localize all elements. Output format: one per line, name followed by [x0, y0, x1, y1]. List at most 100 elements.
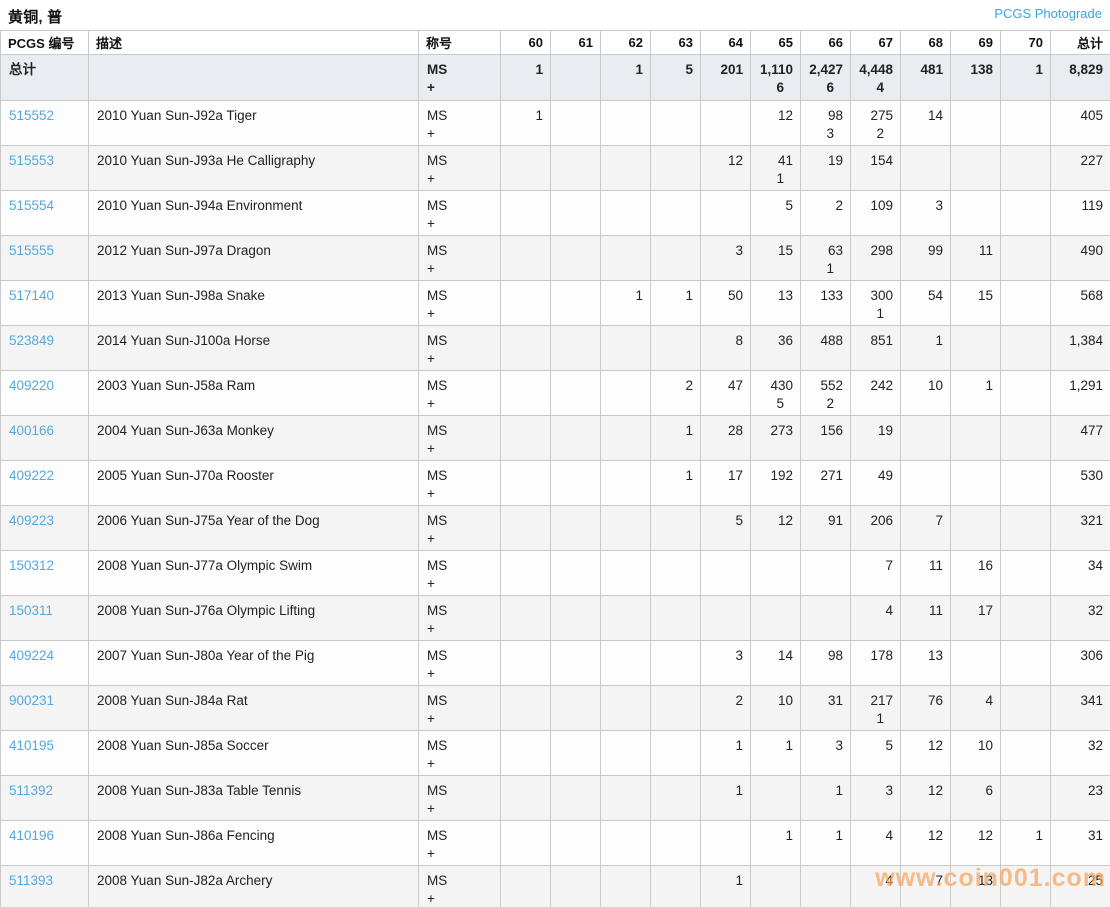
grade-69-cell-count: 12 — [953, 827, 993, 845]
pcgs-number-link[interactable]: 150312 — [9, 558, 54, 573]
row-total-cell: 23 — [1051, 776, 1110, 821]
grade-65-cell: 15 — [751, 236, 801, 281]
designation-line: + — [427, 890, 496, 907]
pcgs-number-link[interactable]: 515553 — [9, 153, 54, 168]
pcgs-number-link[interactable]: 517140 — [9, 288, 54, 303]
pcgs-number-link[interactable]: 511393 — [9, 873, 53, 888]
grade-64-cell: 12 — [701, 146, 751, 191]
grade-69-cell — [951, 191, 1001, 236]
pcgs-number-link[interactable]: 400166 — [9, 423, 54, 438]
designation-cell: MS+ — [419, 731, 501, 776]
row-total-cell-count: 530 — [1053, 467, 1103, 485]
grade-60-cell — [501, 551, 551, 596]
description-cell: 2008 Yuan Sun-J83a Table Tennis — [89, 776, 419, 821]
grade-70-cell — [1001, 236, 1051, 281]
designation-line: MS — [427, 377, 496, 395]
pcgs-number-cell: 511393 — [1, 866, 89, 907]
grade-68-cell-count: 11 — [903, 602, 943, 620]
grade-63-cell — [651, 146, 701, 191]
pcgs-number-link[interactable]: 410195 — [9, 738, 54, 753]
pcgs-number-link[interactable]: 410196 — [9, 828, 54, 843]
designation-line: + — [427, 620, 496, 638]
totals-grade-63-count: 5 — [653, 61, 693, 79]
designation-line: MS — [427, 692, 496, 710]
grade-61-cell — [551, 551, 601, 596]
grade-60-cell — [501, 326, 551, 371]
row-total-cell: 568 — [1051, 281, 1110, 326]
table-row: 4001662004 Yuan Sun-J63a MonkeyMS+128273… — [1, 416, 1110, 461]
grade-67-cell-count: 19 — [853, 422, 893, 440]
pcgs-number-link[interactable]: 523849 — [9, 333, 54, 348]
grade-65-cell: 14 — [751, 641, 801, 686]
pcgs-number-cell: 410195 — [1, 731, 89, 776]
pcgs-number-link[interactable]: 515554 — [9, 198, 54, 213]
row-total-cell-count: 34 — [1053, 557, 1103, 575]
pcgs-number-link[interactable]: 515552 — [9, 108, 54, 123]
grade-67-cell-count: 242 — [853, 377, 893, 395]
totals-grade-64: 201 — [701, 55, 751, 101]
designation-line: + — [427, 575, 496, 593]
table-row: 5155522010 Yuan Sun-J92a TigerMS+1129832… — [1, 101, 1110, 146]
grade-60-cell — [501, 596, 551, 641]
grade-66-cell — [801, 866, 851, 907]
grade-69-cell: 6 — [951, 776, 1001, 821]
pcgs-number-link[interactable]: 515555 — [9, 243, 54, 258]
description-cell: 2008 Yuan Sun-J84a Rat — [89, 686, 419, 731]
grade-69-cell — [951, 416, 1001, 461]
grade-65-cell — [751, 596, 801, 641]
description-cell: 2005 Yuan Sun-J70a Rooster — [89, 461, 419, 506]
pcgs-number-link[interactable]: 409223 — [9, 513, 54, 528]
row-total-cell: 1,384 — [1051, 326, 1110, 371]
grade-70-cell — [1001, 641, 1051, 686]
row-total-cell: 227 — [1051, 146, 1110, 191]
grade-66-cell — [801, 596, 851, 641]
grade-65-cell: 12 — [751, 101, 801, 146]
grade-67-cell-count: 4 — [853, 827, 893, 845]
grade-64-cell-count: 5 — [703, 512, 743, 530]
grade-65-cell-count: 5 — [753, 197, 793, 215]
grade-68-cell-count: 13 — [903, 647, 943, 665]
grade-68-cell-count: 7 — [903, 512, 943, 530]
header-grade-68: 68 — [901, 31, 951, 55]
grade-66-cell-count: 271 — [803, 467, 843, 485]
grade-67-cell: 19 — [851, 416, 901, 461]
pcgs-number-link[interactable]: 409220 — [9, 378, 54, 393]
grade-69-cell-count: 10 — [953, 737, 993, 755]
totals-grade-61 — [551, 55, 601, 101]
grade-64-cell: 8 — [701, 326, 751, 371]
grade-68-cell-count: 12 — [903, 782, 943, 800]
grade-68-cell-count: 10 — [903, 377, 943, 395]
grade-61-cell — [551, 281, 601, 326]
photograde-link[interactable]: PCGS Photograde — [994, 6, 1102, 21]
pcgs-number-link[interactable]: 409222 — [9, 468, 54, 483]
grade-68-cell-count: 99 — [903, 242, 943, 260]
row-total-cell-count: 321 — [1053, 512, 1103, 530]
totals-grade-66-count: 2,427 — [803, 61, 843, 79]
grade-68-cell-count: 3 — [903, 197, 943, 215]
row-total-cell-count: 1,384 — [1053, 332, 1103, 350]
grade-61-cell — [551, 146, 601, 191]
pcgs-number-link[interactable]: 150311 — [9, 603, 53, 618]
totals-grade-63: 5 — [651, 55, 701, 101]
header-grade-62: 62 — [601, 31, 651, 55]
pcgs-number-link[interactable]: 511392 — [9, 783, 53, 798]
totals-grade-70-count: 1 — [1003, 61, 1043, 79]
grade-67-cell-count: 851 — [853, 332, 893, 350]
grade-64-cell-count: 3 — [703, 242, 743, 260]
grade-70-cell — [1001, 326, 1051, 371]
grade-60-cell — [501, 461, 551, 506]
grade-70-cell — [1001, 686, 1051, 731]
grade-67-cell: 206 — [851, 506, 901, 551]
grade-65-cell-count: 273 — [753, 422, 793, 440]
grade-69-cell-count: 13 — [953, 872, 993, 890]
pcgs-number-cell: 515554 — [1, 191, 89, 236]
pcgs-number-link[interactable]: 409224 — [9, 648, 54, 663]
grade-70-cell — [1001, 596, 1051, 641]
grade-67-cell: 109 — [851, 191, 901, 236]
grade-61-cell — [551, 776, 601, 821]
grade-60-cell — [501, 191, 551, 236]
grade-66-cell: 1 — [801, 821, 851, 866]
header-grade-63: 63 — [651, 31, 701, 55]
pcgs-number-link[interactable]: 900231 — [9, 693, 54, 708]
grade-64-cell-count: 8 — [703, 332, 743, 350]
